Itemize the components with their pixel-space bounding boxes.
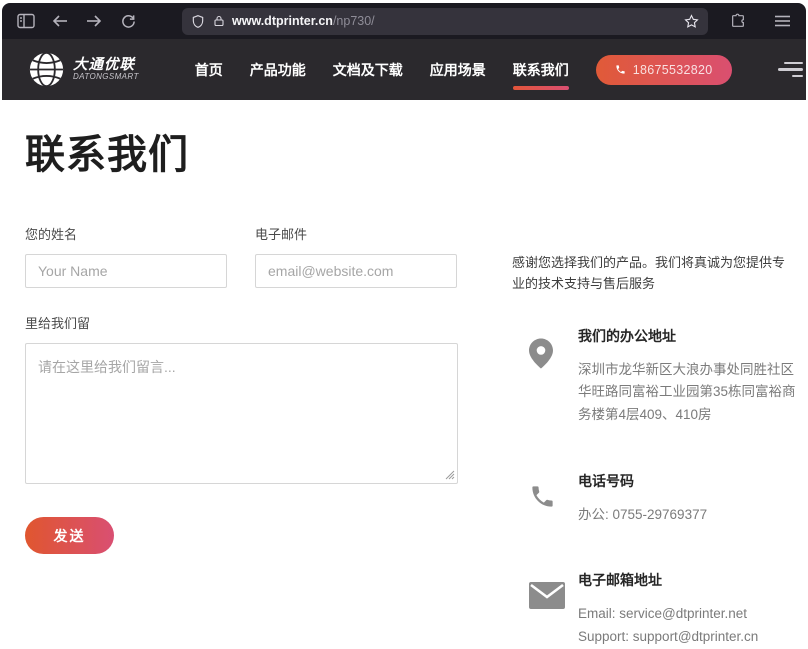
nav-item-use-cases[interactable]: 应用场景 [430, 52, 486, 88]
phone-icon [615, 64, 626, 75]
map-pin-icon [512, 338, 578, 369]
url-path: /np730/ [333, 14, 375, 28]
email-title: 电子邮箱地址 [578, 570, 796, 590]
globe-logo-icon [28, 51, 65, 88]
tracking-shield-icon[interactable] [191, 8, 205, 34]
menu-hamburger-icon[interactable] [768, 8, 796, 34]
email-input[interactable] [255, 254, 457, 288]
page-content: 联系我们 您的姓名 电子邮件 里给我们留 [2, 100, 806, 649]
email-line-support: Support: support@dtprinter.cn [578, 626, 796, 649]
site-logo[interactable]: 大通优联 DATONGSMART [28, 51, 139, 88]
extensions-puzzle-icon[interactable] [724, 8, 752, 34]
nav-item-contact-us[interactable]: 联系我们 [513, 52, 569, 88]
office-address-item: 我们的办公地址 深圳市龙华新区大浪办事处同胜社区华旺路同富裕工业园第35栋同富裕… [512, 326, 796, 427]
url-text: www.dtprinter.cn/np730/ [232, 14, 375, 28]
bookmark-star-icon[interactable] [684, 8, 699, 34]
logo-subtitle: DATONGSMART [73, 73, 139, 81]
email-text: Email: service@dtprinter.net Support: su… [578, 603, 796, 648]
email-line-service: Email: service@dtprinter.net [578, 603, 796, 626]
browser-toolbar: www.dtprinter.cn/np730/ [2, 3, 806, 39]
nav-item-product-features[interactable]: 产品功能 [250, 52, 306, 88]
phone-title: 电话号码 [578, 471, 796, 491]
contact-form: 您的姓名 电子邮件 里给我们留 [25, 224, 458, 649]
nav-mobile-menu-icon[interactable] [778, 60, 803, 80]
contact-intro-text: 感谢您选择我们的产品。我们将真诚为您提供专业的技术支持与售后服务 [512, 253, 796, 295]
name-label: 您的姓名 [25, 224, 227, 243]
sidebar-toggle-icon[interactable] [12, 8, 40, 34]
page-title: 联系我们 [25, 122, 783, 180]
phone-number-button[interactable]: 18675532820 [596, 55, 732, 85]
phone-contact-item: 电话号码 办公: 0755-29769377 [512, 471, 796, 527]
nav-item-home[interactable]: 首页 [195, 52, 223, 88]
logo-text: 大通优联 DATONGSMART [73, 58, 139, 82]
email-contact-item: 电子邮箱地址 Email: service@dtprinter.net Supp… [512, 570, 796, 648]
email-label: 电子邮件 [255, 224, 457, 243]
main-menu: 首页 产品功能 文档及下载 应用场景 联系我们 [195, 52, 596, 88]
message-label: 里给我们留 [25, 313, 458, 332]
browser-window: www.dtprinter.cn/np730/ [0, 0, 808, 596]
reload-button[interactable] [114, 8, 142, 34]
forward-button[interactable] [80, 8, 108, 34]
url-bar[interactable]: www.dtprinter.cn/np730/ [182, 8, 708, 35]
phone-icon [512, 483, 578, 510]
back-button[interactable] [46, 8, 74, 34]
lock-icon[interactable] [213, 8, 225, 34]
nav-item-docs-downloads[interactable]: 文档及下载 [333, 52, 403, 88]
url-host: www.dtprinter.cn [232, 14, 333, 28]
contact-info-panel: 感谢您选择我们的产品。我们将真诚为您提供专业的技术支持与售后服务 我们的办公地址… [512, 224, 796, 649]
phone-number-label: 18675532820 [633, 63, 713, 77]
site-navbar: 大通优联 DATONGSMART 首页 产品功能 文档及下载 应用场景 联系我们… [2, 39, 806, 100]
name-input[interactable] [25, 254, 227, 288]
phone-text: 办公: 0755-29769377 [578, 504, 796, 527]
logo-title: 大通优联 [73, 58, 139, 73]
office-address-title: 我们的办公地址 [578, 326, 796, 346]
message-textarea[interactable] [25, 343, 458, 484]
send-button[interactable]: 发送 [25, 517, 114, 554]
office-address-text: 深圳市龙华新区大浪办事处同胜社区华旺路同富裕工业园第35栋同富裕商务楼第4层40… [578, 359, 796, 427]
